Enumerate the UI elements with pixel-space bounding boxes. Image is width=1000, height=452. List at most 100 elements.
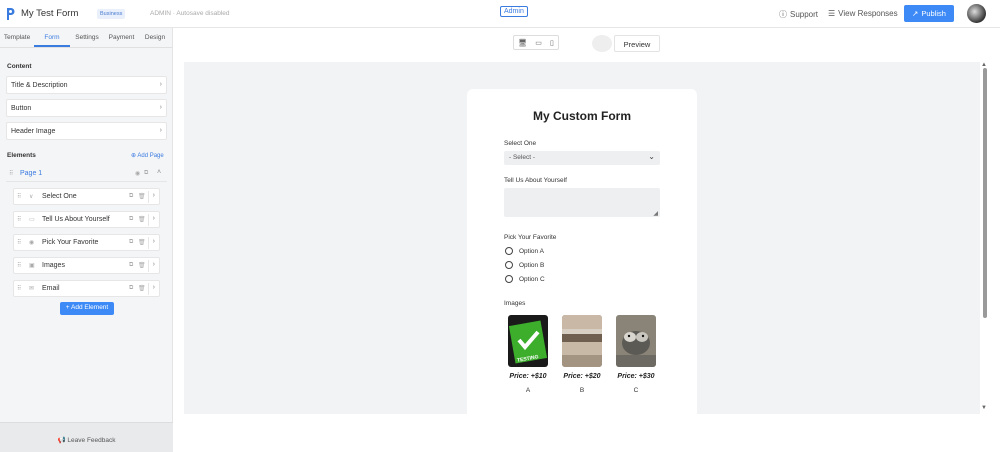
app-logo-icon[interactable]	[5, 7, 15, 21]
copy-icon[interactable]: ⧉	[129, 193, 133, 200]
autosave-status: ADMIN · Autosave disabled	[150, 10, 230, 17]
trash-icon[interactable]: 🗑	[138, 285, 146, 292]
page-label: Page 1	[20, 170, 43, 177]
trash-icon[interactable]: 🗑	[138, 193, 146, 200]
form-title[interactable]: My Custom Form	[467, 109, 697, 123]
mobile-icon[interactable]: ▯	[550, 39, 554, 47]
share-icon: ↗	[912, 9, 919, 18]
form-title-header[interactable]: My Test Form	[21, 8, 78, 19]
email-icon: ✉	[29, 286, 35, 292]
chevron-right-icon: ›	[159, 127, 162, 134]
drag-handle-icon[interactable]: ⠿	[17, 239, 21, 246]
page-row[interactable]: ⠿ Page 1 ◉ ⧉ ˄	[6, 166, 167, 182]
element-label: Select One	[42, 193, 77, 200]
element-item-pick-favorite[interactable]: ⠿ ◉ Pick Your Favorite ⧉ 🗑 ›	[13, 234, 160, 251]
add-element-button[interactable]: + Add Element	[60, 302, 114, 315]
avatar[interactable]	[967, 4, 986, 23]
copy-icon[interactable]: ⧉	[129, 216, 133, 223]
preview-button[interactable]: Preview	[614, 35, 660, 52]
help-circle-icon: ⓘ	[779, 10, 787, 19]
plan-badge: Business	[97, 9, 126, 19]
publish-label: Publish	[921, 9, 946, 18]
content-item-label: Button	[11, 105, 32, 112]
content-item-button[interactable]: Button ›	[6, 99, 167, 117]
image-letter-b: B	[579, 387, 585, 394]
element-label: Tell Us About Yourself	[42, 216, 110, 223]
image-option-b[interactable]	[562, 315, 602, 367]
copy-icon[interactable]: ⧉	[129, 262, 133, 269]
chevron-right-icon[interactable]: ›	[153, 284, 155, 291]
image-option-c[interactable]	[616, 315, 656, 367]
copy-icon[interactable]: ⧉	[129, 239, 133, 246]
chevron-down-icon: ⌄	[648, 152, 655, 161]
content-item-header-image[interactable]: Header Image ›	[6, 122, 167, 140]
drag-handle-icon[interactable]: ⠿	[17, 216, 21, 223]
leave-feedback-button[interactable]: 📢 Leave Feedback	[0, 422, 173, 452]
support-label: Support	[790, 10, 819, 19]
trash-icon[interactable]: 🗑	[138, 262, 146, 269]
chevron-down-icon: ∨	[29, 194, 34, 200]
view-responses-label: View Responses	[838, 9, 898, 18]
drag-handle-icon[interactable]: ⠿	[17, 193, 21, 200]
radio-label-c: Option C	[519, 276, 545, 283]
trash-icon[interactable]: 🗑	[138, 239, 146, 246]
copy-icon[interactable]: ⧉	[144, 170, 148, 177]
radio-option-a[interactable]	[505, 247, 513, 255]
content-section-title: Content	[7, 63, 32, 70]
element-item-images[interactable]: ⠿ ▣ Images ⧉ 🗑 ›	[13, 257, 160, 274]
tab-template[interactable]: Template	[0, 28, 34, 47]
radio-label-b: Option B	[519, 262, 545, 269]
content-item-title-description[interactable]: Title & Description ›	[6, 76, 167, 94]
preview-toggle[interactable]	[592, 35, 612, 52]
select-dropdown[interactable]: - Select - ⌄	[504, 151, 660, 165]
device-switcher: 🖥 ▭ ▯	[513, 35, 559, 50]
element-label: Email	[42, 285, 60, 292]
tab-settings[interactable]: Settings	[70, 28, 104, 47]
copy-icon[interactable]: ⧉	[129, 285, 133, 292]
textarea-label: Tell Us About Yourself	[504, 177, 567, 184]
element-item-email[interactable]: ⠿ ✉ Email ⧉ 🗑 ›	[13, 280, 160, 297]
element-item-select-one[interactable]: ⠿ ∨ Select One ⧉ 🗑 ›	[13, 188, 160, 205]
radio-option-c[interactable]	[505, 275, 513, 283]
view-responses-link[interactable]: ☰ View Responses	[828, 9, 898, 18]
chevron-right-icon: ›	[159, 81, 162, 88]
select-label: Select One	[504, 140, 537, 147]
content-item-label: Header Image	[11, 128, 56, 135]
radio-option-b[interactable]	[505, 261, 513, 269]
element-item-tell-us[interactable]: ⠿ ▭ Tell Us About Yourself ⧉ 🗑 ›	[13, 211, 160, 228]
eye-icon[interactable]: ◉	[135, 170, 140, 177]
image-letter-a: A	[525, 387, 531, 394]
scroll-down-icon[interactable]: ▼	[981, 405, 987, 411]
drag-handle-icon[interactable]: ⠿	[9, 170, 13, 177]
feedback-label: Leave Feedback	[67, 437, 116, 444]
tab-form[interactable]: Form	[34, 28, 70, 47]
elements-section-title: Elements	[7, 152, 36, 159]
chevron-right-icon[interactable]: ›	[153, 261, 155, 268]
chevron-right-icon[interactable]: ›	[153, 215, 155, 222]
resize-grip-icon[interactable]: ◢	[653, 210, 658, 217]
desktop-icon[interactable]: 🖥	[518, 39, 527, 47]
scrollbar[interactable]	[983, 68, 987, 318]
add-page-label: Add Page	[137, 153, 164, 159]
tablet-icon[interactable]: ▭	[535, 39, 542, 47]
admin-tag[interactable]: Admin	[500, 6, 528, 17]
content-item-label: Title & Description	[11, 82, 68, 89]
add-page-button[interactable]: ⊕ Add Page	[131, 152, 164, 159]
tab-payment[interactable]: Payment	[104, 28, 139, 47]
price-c: Price: +$30	[617, 373, 655, 380]
drag-handle-icon[interactable]: ⠿	[17, 285, 21, 292]
trash-icon[interactable]: 🗑	[138, 216, 146, 223]
publish-button[interactable]: ↗ Publish	[904, 5, 954, 22]
drag-handle-icon[interactable]: ⠿	[17, 262, 21, 269]
megaphone-icon: 📢	[57, 437, 66, 444]
chevron-right-icon[interactable]: ›	[153, 192, 155, 199]
select-value: - Select -	[509, 154, 536, 161]
image-option-a[interactable]: TESTING	[508, 315, 548, 367]
chevron-up-icon[interactable]: ˄	[157, 169, 161, 176]
support-link[interactable]: ⓘ Support	[779, 9, 818, 20]
price-b: Price: +$20	[563, 373, 601, 380]
about-textarea[interactable]: ◢	[504, 188, 660, 217]
element-label: Pick Your Favorite	[42, 239, 99, 246]
tab-design[interactable]: Design	[139, 28, 171, 47]
chevron-right-icon[interactable]: ›	[153, 238, 155, 245]
